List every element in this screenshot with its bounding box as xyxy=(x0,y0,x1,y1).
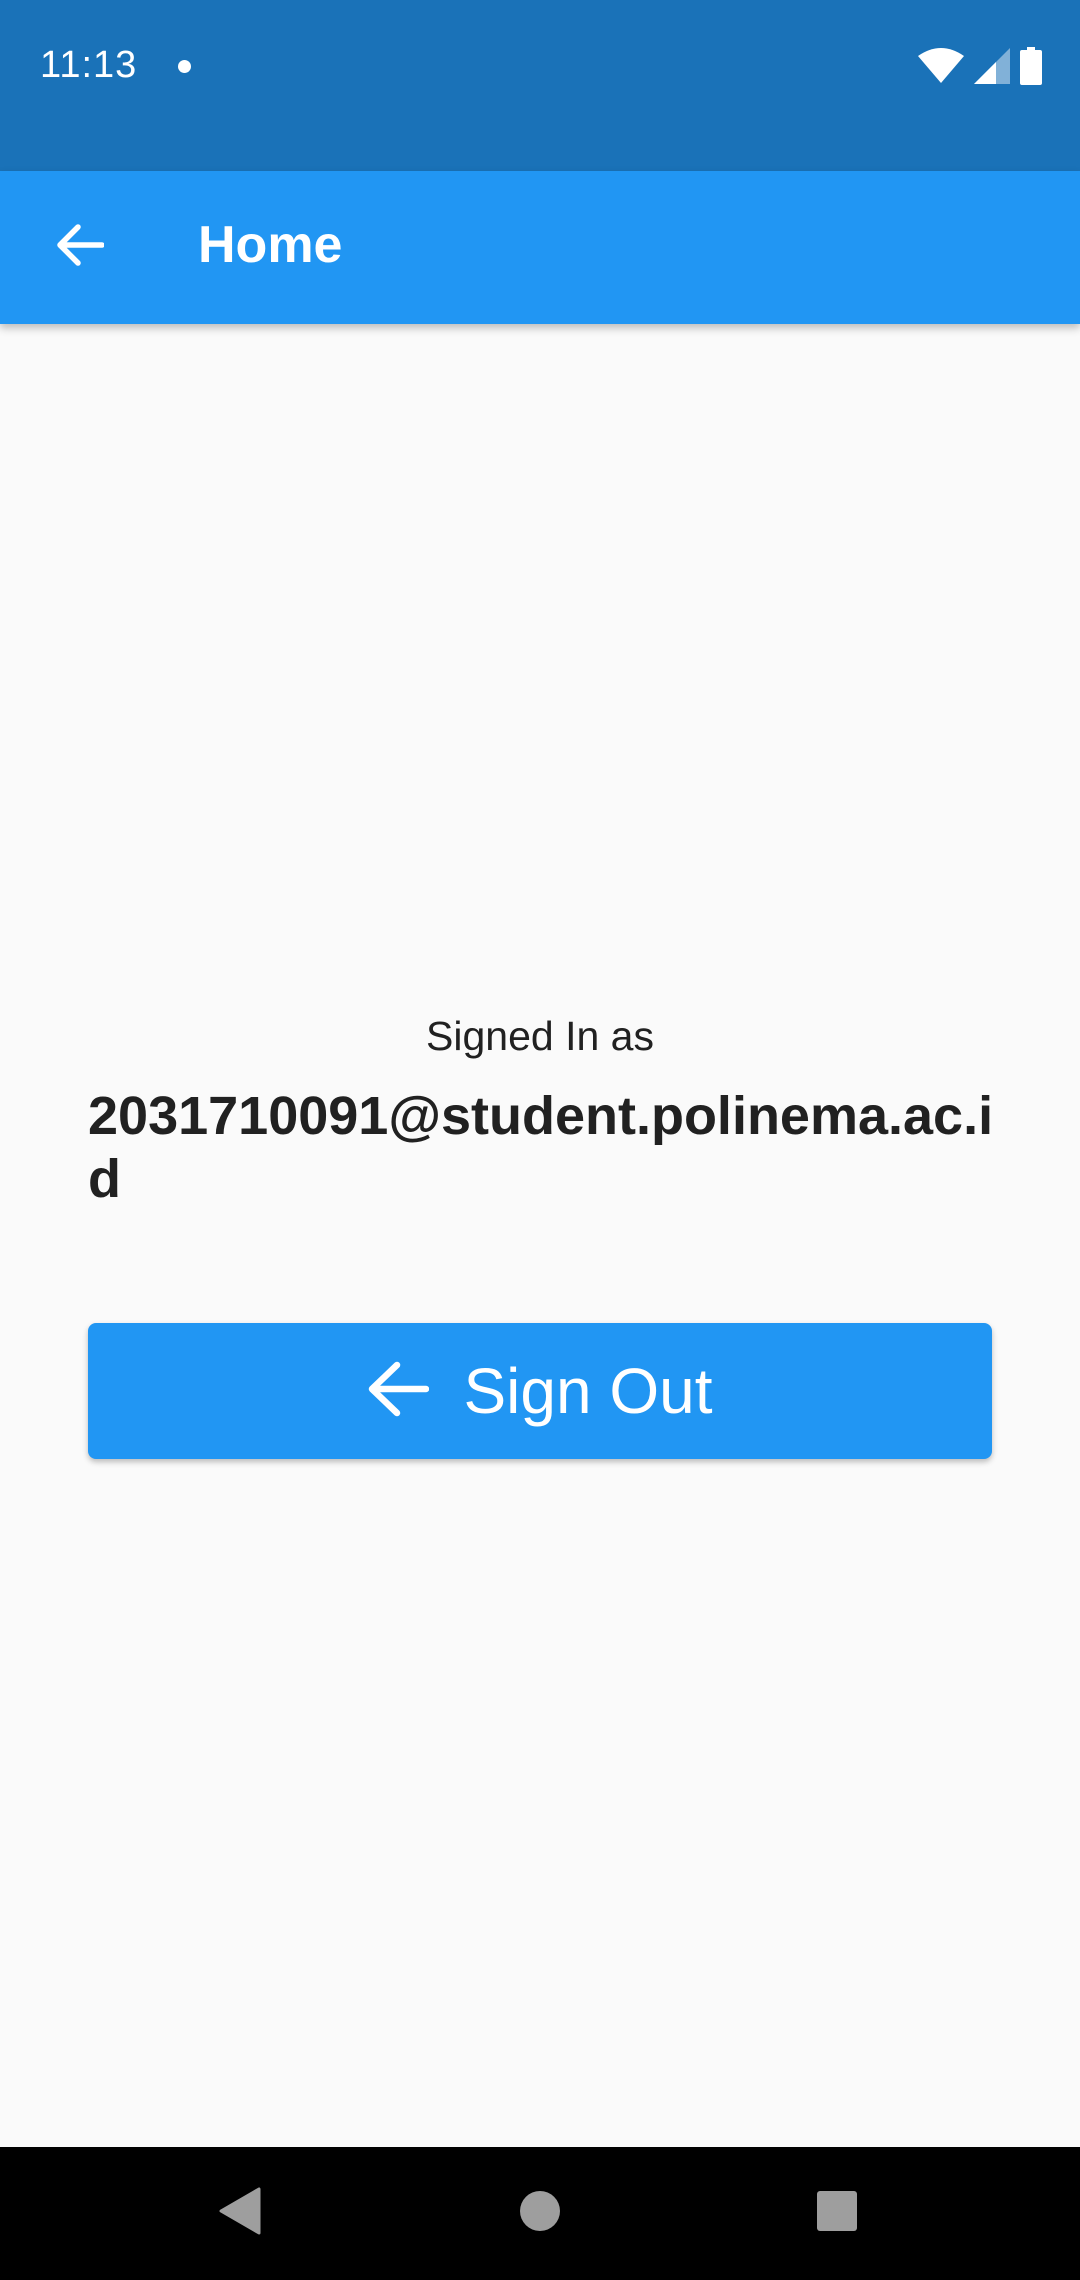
back-nav-icon xyxy=(219,2187,261,2240)
nav-recents-button[interactable] xyxy=(757,2147,917,2280)
notification-dot-icon xyxy=(178,60,191,73)
arrow-back-icon xyxy=(56,223,105,272)
sign-out-button[interactable]: Sign Out xyxy=(88,1323,992,1459)
nav-home-button[interactable] xyxy=(460,2147,620,2280)
nav-back-button[interactable] xyxy=(160,2147,320,2280)
home-nav-icon xyxy=(519,2190,561,2237)
back-button[interactable] xyxy=(36,203,124,291)
app-bar: Home xyxy=(0,171,1080,324)
screen: 11:13 Home Signed In as 2031710091@stude… xyxy=(0,0,1080,2280)
wifi-icon xyxy=(918,47,964,89)
signed-in-label: Signed In as xyxy=(426,1013,654,1059)
battery-icon xyxy=(1020,46,1042,90)
sign-out-label: Sign Out xyxy=(463,1355,713,1427)
status-icons xyxy=(918,46,1042,90)
recents-nav-icon xyxy=(816,2190,858,2237)
status-bar: 11:13 xyxy=(0,0,1080,171)
cell-signal-icon xyxy=(974,47,1010,89)
status-time: 11:13 xyxy=(40,44,138,86)
arrow-back-icon xyxy=(367,1360,430,1423)
navigation-bar xyxy=(0,2147,1080,2280)
page-title: Home xyxy=(198,216,343,274)
user-email: 2031710091@student.polinema.ac.id xyxy=(88,1086,994,1209)
